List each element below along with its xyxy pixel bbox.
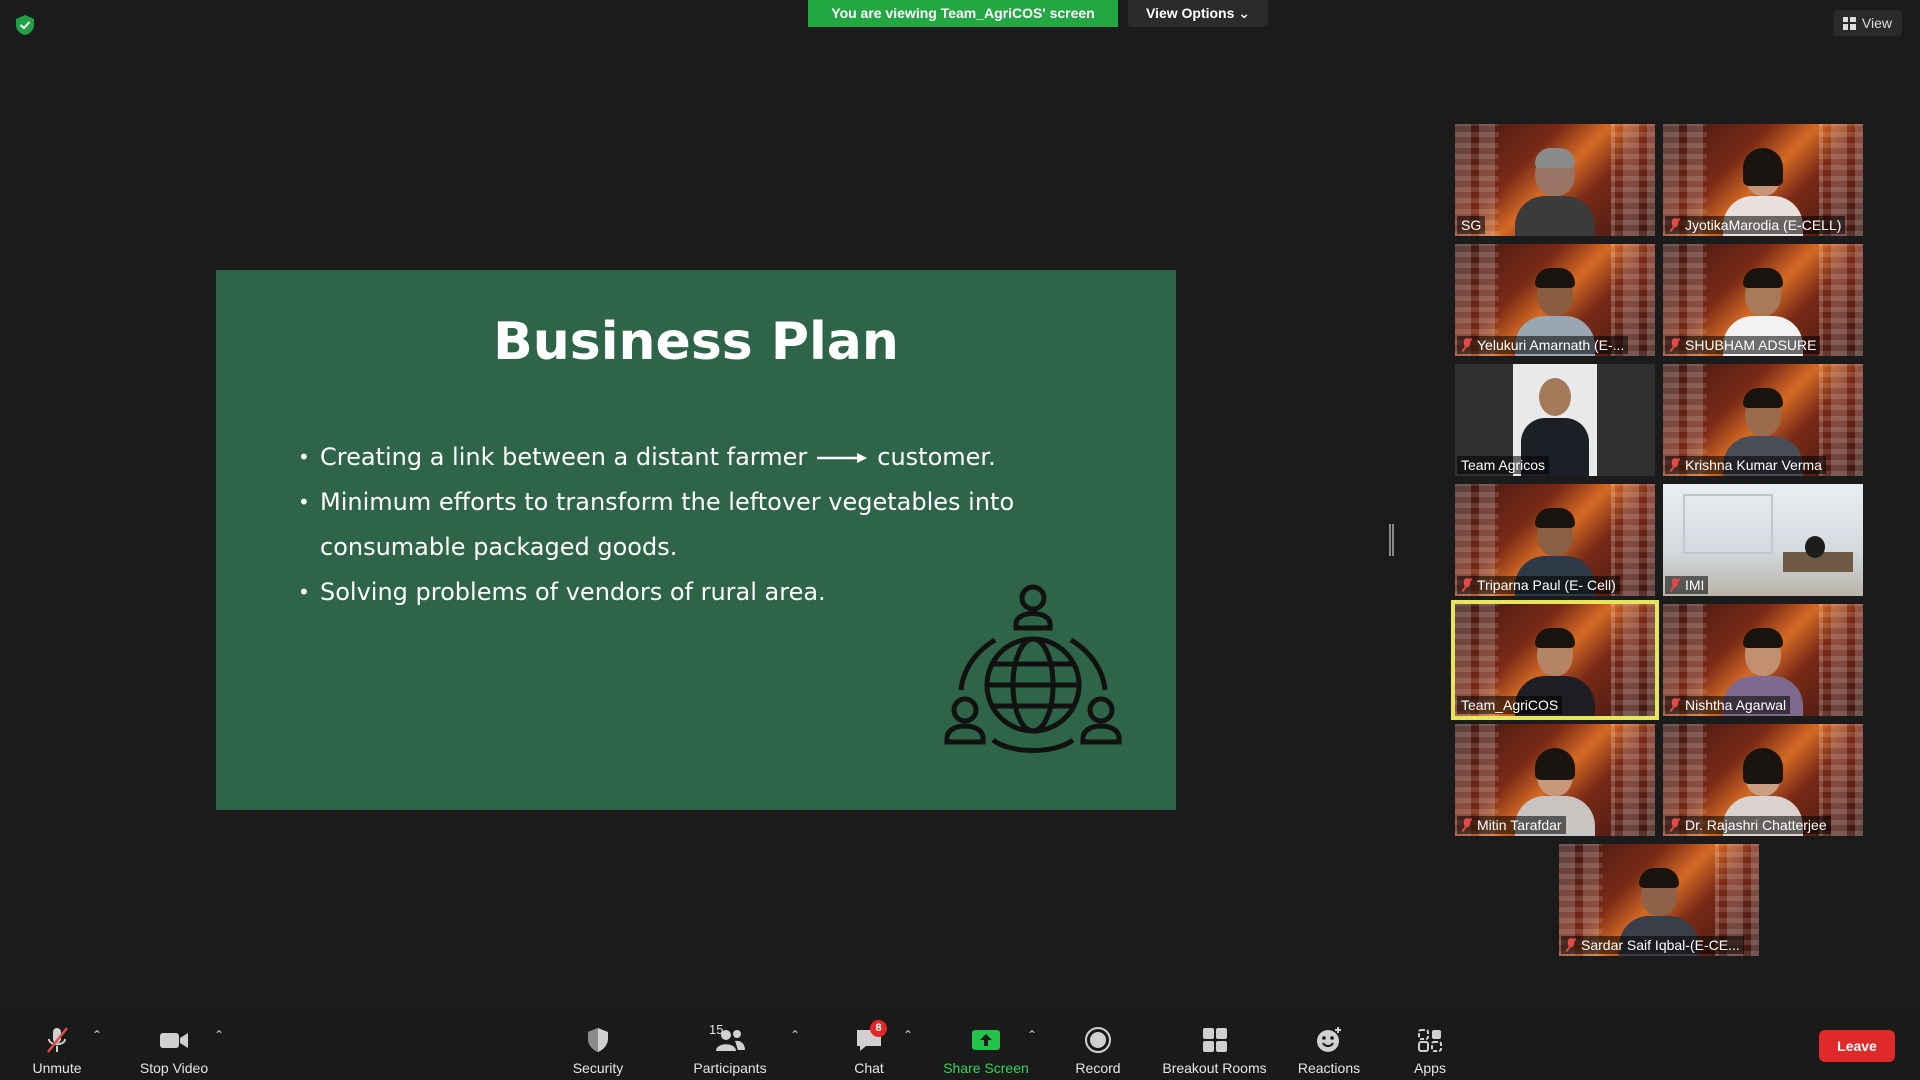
meeting-toolbar: Unmute ⌃ Stop Video ⌃ Security 15 Partic… (0, 1010, 1920, 1080)
record-icon (1085, 1027, 1111, 1053)
chat-unread-badge: 8 (870, 1020, 887, 1037)
video-tile-active-speaker[interactable]: Team_AgriCOS (1451, 600, 1659, 720)
video-tile[interactable]: Krishna Kumar Verma (1663, 364, 1863, 476)
participant-name: Nishtha Agarwal (1665, 696, 1791, 714)
muted-mic-icon (1461, 818, 1473, 832)
participants-button[interactable]: 15 Participants (675, 1020, 785, 1076)
stop-video-button[interactable]: Stop Video (119, 1020, 229, 1076)
video-tile[interactable]: Dr. Rajashri Chatterjee (1663, 724, 1863, 836)
participant-name: SHUBHAM ADSURE (1665, 336, 1821, 354)
video-options-caret-icon[interactable]: ⌃ (214, 1028, 224, 1042)
muted-mic-icon (1669, 458, 1681, 472)
muted-mic-icon (1669, 338, 1681, 352)
viewing-screen-label: You are viewing Team_AgriCOS' screen (808, 0, 1118, 27)
participant-name: Krishna Kumar Verma (1665, 456, 1826, 474)
breakout-rooms-icon (1202, 1028, 1227, 1052)
apps-button[interactable]: Apps (1374, 1020, 1486, 1076)
video-tile[interactable]: Yelukuri Amarnath (E-... (1455, 244, 1655, 356)
muted-microphone-icon (47, 1027, 68, 1053)
audio-options-caret-icon[interactable]: ⌃ (92, 1028, 102, 1042)
reactions-smiley-icon (1317, 1027, 1341, 1052)
participants-label: Participants (693, 1060, 767, 1076)
stop-video-label: Stop Video (139, 1060, 209, 1076)
share-options-caret-icon[interactable]: ⌃ (1027, 1028, 1037, 1042)
participant-name: Team Agricos (1457, 456, 1550, 474)
apps-label: Apps (1414, 1060, 1446, 1076)
record-button[interactable]: Record (1043, 1020, 1153, 1076)
zoom-window: You are viewing Team_AgriCOS' screen Vie… (0, 0, 1920, 1080)
view-options-button[interactable]: View Options ⌄ (1128, 0, 1268, 27)
video-camera-icon (160, 1033, 188, 1048)
video-tile[interactable]: Sardar Saif Iqbal-(E-CE... (1559, 844, 1759, 956)
participant-name: Mitin Tarafdar (1457, 816, 1566, 834)
video-tile[interactable]: SG (1455, 124, 1655, 236)
participant-name: JyotikaMarodia (E-CELL) (1665, 216, 1846, 234)
muted-mic-icon (1669, 218, 1681, 232)
screen-share-banner: You are viewing Team_AgriCOS' screen Vie… (808, 0, 1268, 27)
shared-slide: Business Plan Creating a link between a … (216, 270, 1176, 810)
arrow-right-icon (817, 453, 868, 463)
security-label: Security (572, 1060, 624, 1076)
view-label: View (1861, 15, 1892, 31)
slide-bullet: Minimum efforts to transform the leftove… (298, 480, 1058, 570)
video-tile[interactable]: Mitin Tarafdar (1455, 724, 1655, 836)
bullet-text: customer. (877, 443, 996, 471)
video-tile[interactable]: IMI (1663, 484, 1863, 596)
participant-name: IMI (1665, 576, 1709, 594)
global-network-icon (944, 584, 1122, 753)
participant-name: Dr. Rajashri Chatterjee (1665, 816, 1831, 834)
muted-mic-icon (1669, 698, 1681, 712)
slide-bullet: Creating a link between a distant farmer… (298, 435, 1058, 480)
muted-mic-icon (1565, 938, 1577, 952)
muted-mic-icon (1669, 818, 1681, 832)
video-tile[interactable]: Nishtha Agarwal (1663, 604, 1863, 716)
chat-label: Chat (854, 1060, 884, 1076)
layout-grid-icon (1842, 16, 1856, 30)
breakout-rooms-button[interactable]: Breakout Rooms (1153, 1020, 1276, 1076)
video-tile[interactable]: Team Agricos (1455, 364, 1655, 476)
video-tile[interactable]: Triparna Paul (E- Cell) (1455, 484, 1655, 596)
participant-name: Yelukuri Amarnath (E-... (1457, 336, 1629, 354)
unmute-label: Unmute (32, 1060, 82, 1076)
reactions-label: Reactions (1297, 1060, 1361, 1076)
room-person (1805, 536, 1825, 558)
participant-name: Sardar Saif Iqbal-(E-CE... (1561, 936, 1744, 954)
panel-resize-handle[interactable] (1389, 524, 1394, 556)
muted-mic-icon (1461, 338, 1473, 352)
encryption-shield-icon[interactable] (14, 14, 36, 36)
participant-name: Triparna Paul (E- Cell) (1457, 576, 1620, 594)
participant-name: SG (1457, 216, 1486, 234)
chat-options-caret-icon[interactable]: ⌃ (903, 1028, 913, 1042)
participant-name: Team_AgriCOS (1457, 696, 1563, 714)
video-tile[interactable]: SHUBHAM ADSURE (1663, 244, 1863, 356)
chat-icon-wrap: 8 (854, 1020, 887, 1054)
muted-mic-icon (1461, 578, 1473, 592)
bullet-text: Creating a link between a distant farmer (320, 443, 808, 471)
reactions-button[interactable]: Reactions (1274, 1020, 1384, 1076)
record-label: Record (1075, 1060, 1121, 1076)
leave-button[interactable]: Leave (1819, 1030, 1895, 1062)
apps-icon (1418, 1029, 1442, 1052)
share-screen-label: Share Screen (943, 1060, 1029, 1076)
share-screen-button[interactable]: Share Screen (931, 1020, 1041, 1076)
view-button[interactable]: View (1832, 10, 1902, 36)
share-screen-icon (972, 1030, 1000, 1050)
slide-title: Business Plan (493, 312, 899, 372)
muted-mic-icon (1669, 578, 1681, 592)
participant-video (1515, 144, 1595, 236)
room-board (1683, 494, 1773, 554)
participants-count: 15 (709, 1022, 724, 1037)
security-button[interactable]: Security (543, 1020, 653, 1076)
participants-options-caret-icon[interactable]: ⌃ (790, 1028, 800, 1042)
video-tile[interactable]: JyotikaMarodia (E-CELL) (1663, 124, 1863, 236)
chevron-down-icon: ⌄ (1238, 5, 1251, 21)
view-options-label: View Options (1145, 5, 1235, 21)
security-shield-icon (588, 1028, 608, 1052)
breakout-rooms-label: Breakout Rooms (1162, 1060, 1267, 1076)
